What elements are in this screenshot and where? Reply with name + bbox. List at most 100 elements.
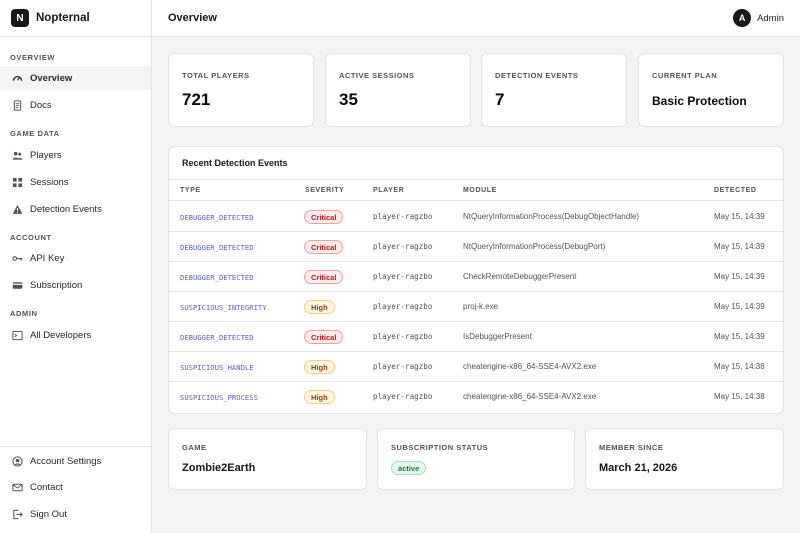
sidebar-item-label: Overview [30, 72, 73, 84]
cell-type[interactable]: DEBUGGER_DETECTED [180, 243, 254, 252]
column-header-detected: DETECTED [714, 187, 757, 194]
sidebar-item-contact[interactable]: Contact [0, 475, 151, 499]
table-row[interactable]: DEBUGGER_DETECTED Critical player-ragzbo Nt… [169, 232, 783, 262]
table-row[interactable]: SUSPICIOUS_PROCESS High player-ragzbo cheat… [169, 382, 783, 412]
sidebar-item-label: Subscription [30, 279, 83, 291]
status-badge: active [391, 461, 427, 475]
user-circle-icon [12, 455, 23, 467]
cell-type[interactable]: SUSPICIOUS_HANDLE [180, 363, 254, 372]
cell-type[interactable]: DEBUGGER_DETECTED [180, 213, 254, 222]
sidebar-item-label: Sign Out [30, 508, 67, 520]
sidebar-item-subscription[interactable]: Subscription [0, 273, 151, 297]
severity-badge: High [304, 360, 335, 374]
cell-module: CheckRemoteDebuggerPresent [463, 272, 577, 281]
stat-value: 7 [495, 90, 505, 109]
sign-out-icon [12, 509, 23, 520]
table-title: Recent Detection Events [182, 158, 288, 168]
credit-card-icon [12, 280, 23, 291]
table-row[interactable]: DEBUGGER_DETECTED Critical player-ragzbo Ch… [169, 262, 783, 292]
key-icon [12, 253, 23, 264]
stat-card-detection-events: DETECTION EVENTS 7 [481, 53, 627, 127]
severity-badge: Critical [304, 330, 344, 344]
cell-module: NtQueryInformationProcess(DebugObjectHan… [463, 212, 640, 221]
cell-detected: May 15, 14:39 [714, 212, 765, 221]
cell-player: player-ragzbo [373, 212, 433, 221]
cell-module: cheatengine-x86_64-SSE4-AVX2.exe [463, 392, 597, 401]
recent-events-table: Recent Detection Events TYPE SEVERITY PL… [168, 146, 784, 414]
stat-value: 35 [339, 90, 358, 109]
section-label-game-data: GAME DATA [10, 129, 60, 138]
sidebar-item-label: All Developers [30, 329, 92, 341]
cell-type[interactable]: SUSPICIOUS_INTEGRITY [180, 303, 267, 312]
page-title: Overview [168, 12, 217, 24]
column-header-severity: SEVERITY [305, 187, 345, 194]
sidebar-item-players[interactable]: Players [0, 143, 151, 167]
sidebar-item-label: Account Settings [30, 455, 102, 467]
severity-badge: High [304, 300, 335, 314]
cell-player: player-ragzbo [373, 302, 433, 311]
user-menu[interactable]: A Admin [733, 9, 784, 27]
column-header-player: PLAYER [373, 187, 405, 194]
stat-label: CURRENT PLAN [652, 71, 718, 80]
cell-detected: May 15, 14:39 [714, 272, 765, 281]
cell-type[interactable]: DEBUGGER_DETECTED [180, 273, 254, 282]
cell-player: player-ragzbo [373, 242, 433, 251]
game-name: Zombie2Earth [182, 462, 256, 474]
section-label-admin: ADMIN [10, 309, 38, 318]
info-card-game: GAME Zombie2Earth [168, 428, 367, 490]
grid-icon [12, 177, 23, 188]
cell-detected: May 15, 14:38 [714, 392, 765, 401]
users-icon [12, 150, 23, 161]
gauge-icon [12, 73, 23, 84]
member-since-date: March 21, 2026 [599, 462, 678, 474]
sidebar-item-label: API Key [30, 252, 65, 264]
cell-type[interactable]: DEBUGGER_DETECTED [180, 333, 254, 342]
brand[interactable]: N Nopternal [0, 0, 151, 37]
stat-card-active-sessions: ACTIVE SESSIONS 35 [325, 53, 471, 127]
cell-module: cheatengine-x86_64-SSE4-AVX2.exe [463, 362, 597, 371]
cell-detected: May 15, 14:39 [714, 302, 765, 311]
table-row[interactable]: DEBUGGER_DETECTED Critical player-ragzbo Nt… [169, 202, 783, 232]
sidebar: N Nopternal OVERVIEW Overview Docs GAME … [0, 0, 152, 533]
stat-card-current-plan: CURRENT PLAN Basic Protection [638, 53, 784, 127]
severity-badge: Critical [304, 240, 344, 254]
stat-value: 721 [182, 90, 211, 109]
cell-type[interactable]: SUSPICIOUS_PROCESS [180, 393, 258, 402]
sidebar-item-sign-out[interactable]: Sign Out [0, 502, 151, 526]
cell-player: player-ragzbo [373, 332, 433, 341]
section-label-overview: OVERVIEW [10, 53, 56, 62]
severity-badge: Critical [304, 210, 344, 224]
stat-label: TOTAL PLAYERS [182, 71, 250, 80]
info-card-member-since: MEMBER SINCE March 21, 2026 [585, 428, 784, 490]
table-row[interactable]: SUSPICIOUS_HANDLE High player-ragzbo cheate… [169, 352, 783, 382]
sidebar-item-account-settings[interactable]: Account Settings [0, 449, 151, 473]
cell-module: proj-k.exe [463, 302, 499, 311]
sidebar-item-all-developers[interactable]: All Developers [0, 323, 151, 347]
sidebar-item-label: Sessions [30, 176, 69, 188]
brand-name: Nopternal [36, 12, 90, 24]
sidebar-item-sessions[interactable]: Sessions [0, 170, 151, 194]
cell-detected: May 15, 14:39 [714, 242, 765, 251]
stat-value: Basic Protection [652, 94, 747, 108]
severity-badge: Critical [304, 270, 344, 284]
sidebar-item-overview[interactable]: Overview [0, 66, 151, 90]
sidebar-item-label: Contact [30, 481, 63, 493]
sidebar-item-label: Players [30, 149, 62, 161]
info-label: SUBSCRIPTION STATUS [391, 443, 489, 452]
table-row[interactable]: SUSPICIOUS_INTEGRITY High player-ragzbo pro… [169, 292, 783, 322]
warning-icon [12, 204, 23, 215]
document-icon [12, 99, 23, 111]
avatar: A [733, 9, 752, 27]
cell-module: NtQueryInformationProcess(DebugPort) [463, 242, 606, 251]
info-label: MEMBER SINCE [599, 443, 664, 452]
cell-detected: May 15, 14:39 [714, 332, 765, 341]
cell-player: player-ragzbo [373, 362, 433, 371]
cell-player: player-ragzbo [373, 392, 433, 401]
sidebar-item-docs[interactable]: Docs [0, 93, 151, 117]
column-header-module: MODULE [463, 187, 497, 194]
cell-module: IsDebuggerPresent [463, 332, 532, 341]
table-row[interactable]: DEBUGGER_DETECTED Critical player-ragzbo Is… [169, 322, 783, 352]
sidebar-item-api-key[interactable]: API Key [0, 246, 151, 270]
info-label: GAME [182, 443, 207, 452]
sidebar-item-detection-events[interactable]: Detection Events [0, 197, 151, 221]
